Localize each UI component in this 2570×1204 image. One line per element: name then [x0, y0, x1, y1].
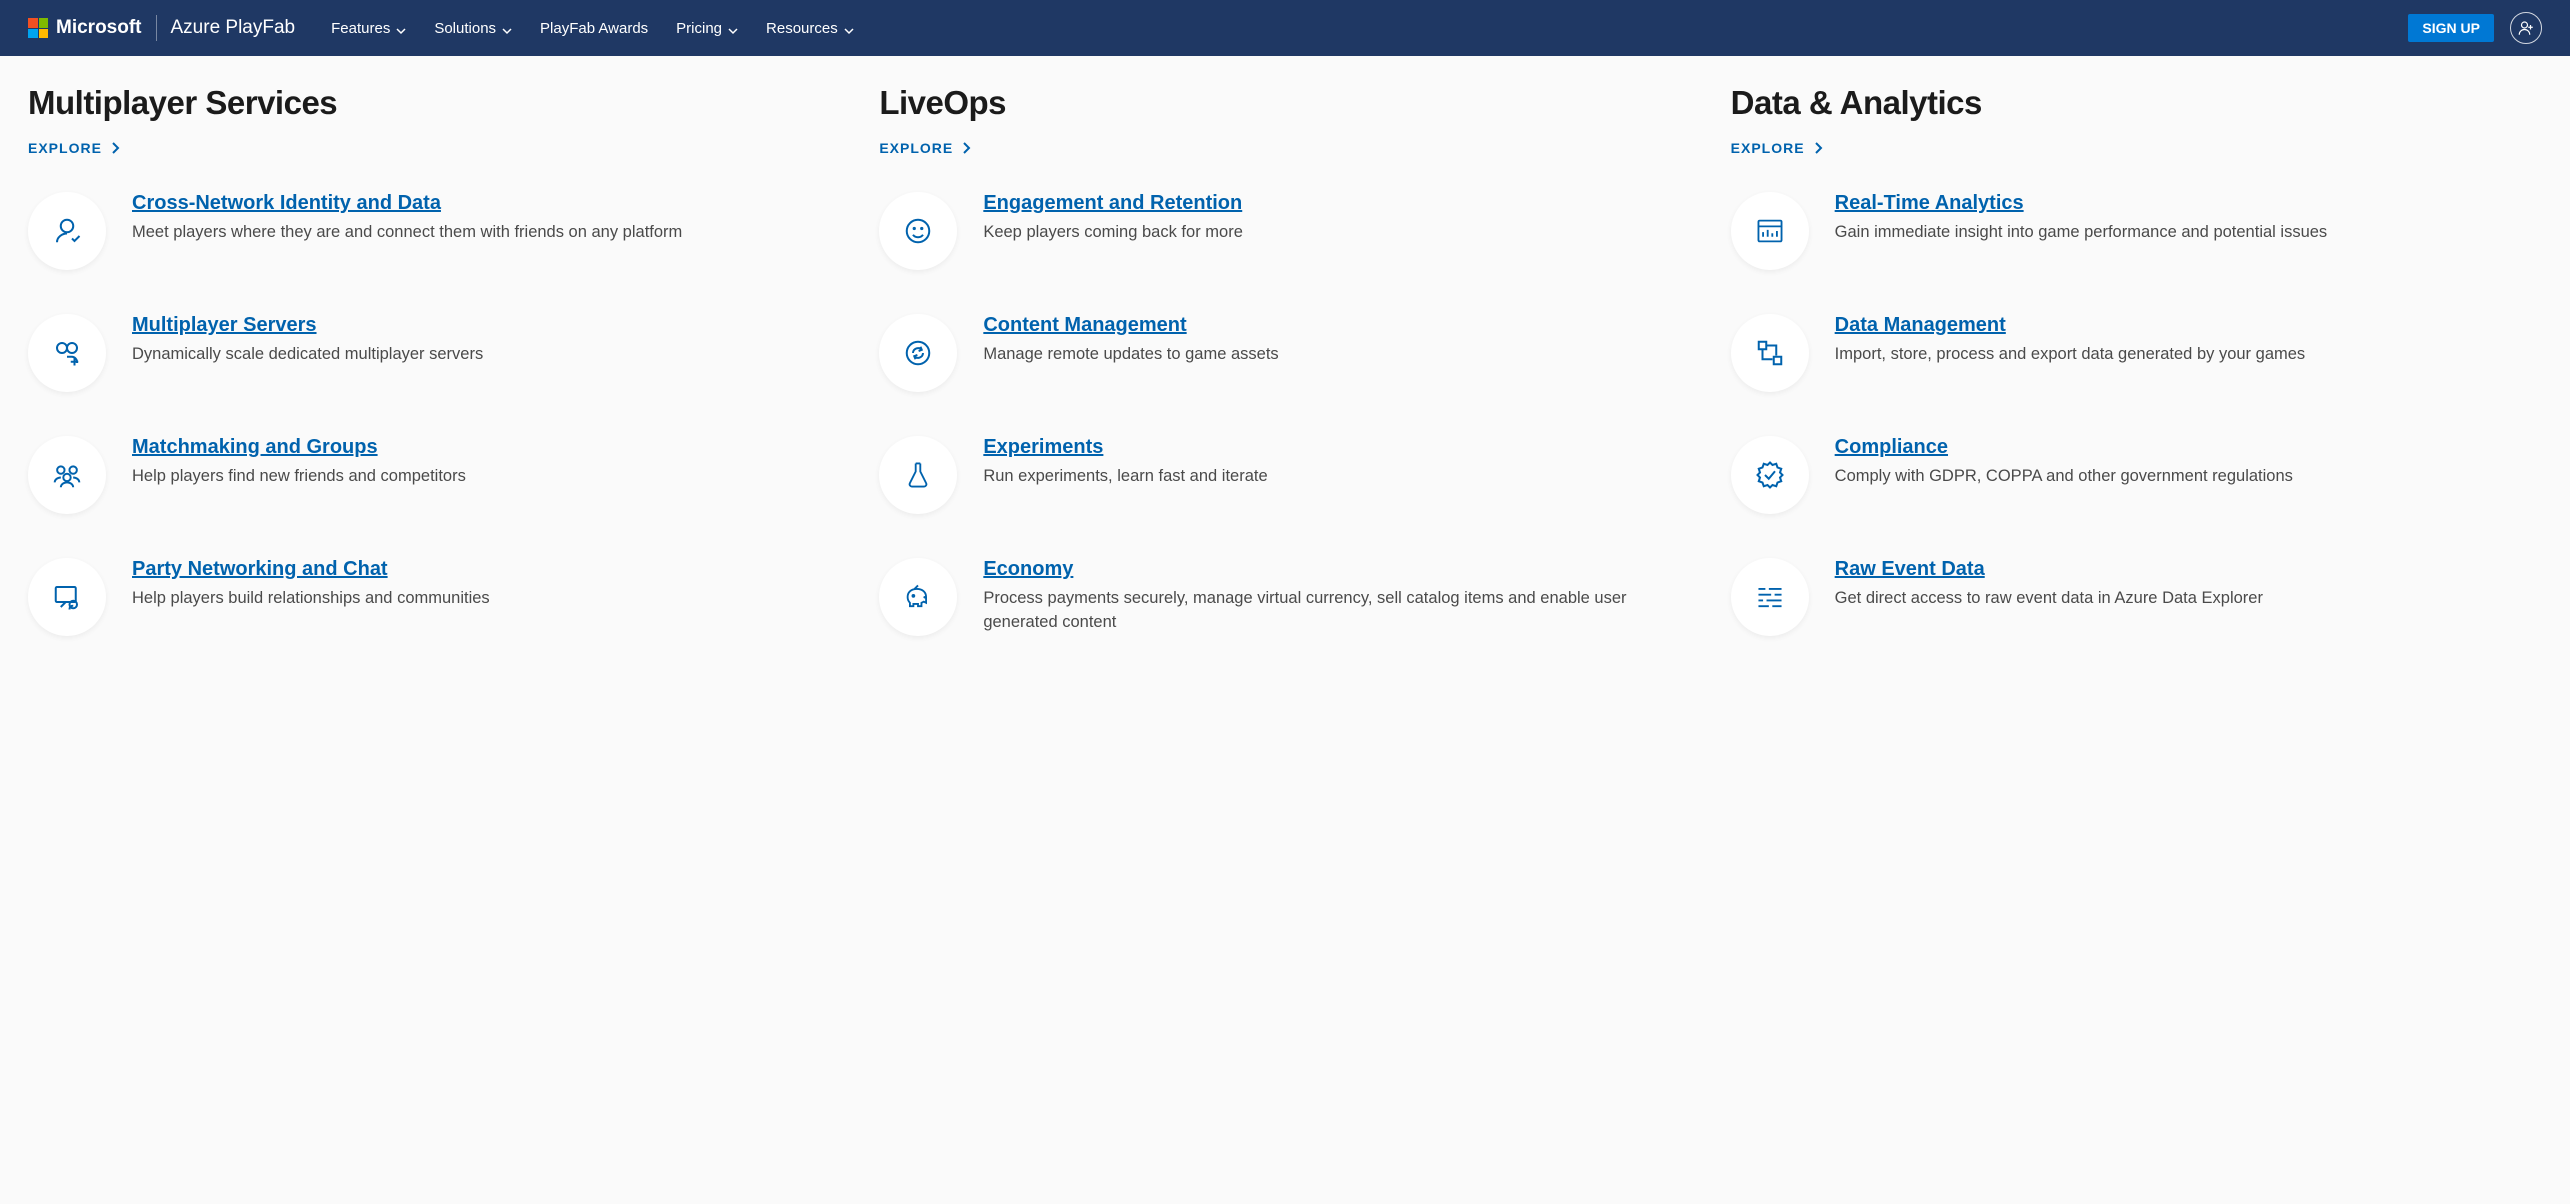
- explore-label: EXPLORE: [879, 140, 953, 156]
- column-multiplayer: Multiplayer Services EXPLORE Cross-Netwo…: [28, 84, 839, 680]
- explore-label: EXPLORE: [28, 140, 102, 156]
- analytics-icon: [1731, 192, 1809, 270]
- feature-link-rawdata[interactable]: Raw Event Data: [1835, 558, 1985, 581]
- feature-desc: Run experiments, learn fast and iterate: [983, 465, 1267, 489]
- feature-item: Matchmaking and Groups Help players find…: [28, 436, 839, 514]
- explore-link-data[interactable]: EXPLORE: [1731, 140, 2542, 156]
- groups-icon: [28, 436, 106, 514]
- signup-button[interactable]: SIGN UP: [2408, 14, 2494, 42]
- explore-link-liveops[interactable]: EXPLORE: [879, 140, 1690, 156]
- flask-icon: [879, 436, 957, 514]
- feature-link-matchmaking[interactable]: Matchmaking and Groups: [132, 436, 378, 459]
- feature-link-engagement[interactable]: Engagement and Retention: [983, 192, 1242, 215]
- feature-link-servers[interactable]: Multiplayer Servers: [132, 314, 317, 337]
- feature-item: Economy Process payments securely, manag…: [879, 558, 1690, 636]
- feature-link-datamgmt[interactable]: Data Management: [1835, 314, 2006, 337]
- feature-link-realtime[interactable]: Real-Time Analytics: [1835, 192, 2024, 215]
- feature-desc: Meet players where they are and connect …: [132, 221, 682, 245]
- feature-desc: Manage remote updates to game assets: [983, 343, 1278, 367]
- main-nav: Features Solutions PlayFab Awards Pricin…: [331, 20, 854, 37]
- feature-item: Data Management Import, store, process a…: [1731, 314, 2542, 392]
- nav-label: PlayFab Awards: [540, 20, 648, 37]
- feature-item: Content Management Manage remote updates…: [879, 314, 1690, 392]
- feature-link-compliance[interactable]: Compliance: [1835, 436, 1948, 459]
- chat-icon: [28, 558, 106, 636]
- column-data: Data & Analytics EXPLORE Real-Time Analy…: [1731, 84, 2542, 680]
- feature-item: Real-Time Analytics Gain immediate insig…: [1731, 192, 2542, 270]
- chevron-right-icon: [961, 142, 971, 154]
- chevron-down-icon: [502, 23, 512, 33]
- nav-pricing[interactable]: Pricing: [676, 20, 738, 37]
- chevron-down-icon: [396, 23, 406, 33]
- logo-group[interactable]: Microsoft Azure PlayFab: [28, 15, 295, 41]
- servers-icon: [28, 314, 106, 392]
- explore-link-multiplayer[interactable]: EXPLORE: [28, 140, 839, 156]
- feature-link-economy[interactable]: Economy: [983, 558, 1073, 581]
- user-plus-icon: [2517, 19, 2535, 37]
- chevron-down-icon: [844, 23, 854, 33]
- piggybank-icon: [879, 558, 957, 636]
- feature-link-identity[interactable]: Cross-Network Identity and Data: [132, 192, 441, 215]
- feature-item: Cross-Network Identity and Data Meet pla…: [28, 192, 839, 270]
- column-title: Multiplayer Services: [28, 84, 839, 122]
- chevron-right-icon: [110, 142, 120, 154]
- column-title: Data & Analytics: [1731, 84, 2542, 122]
- badge-check-icon: [1731, 436, 1809, 514]
- feature-link-content[interactable]: Content Management: [983, 314, 1186, 337]
- feature-link-experiments[interactable]: Experiments: [983, 436, 1103, 459]
- microsoft-icon: [28, 18, 48, 38]
- feature-item: Compliance Comply with GDPR, COPPA and o…: [1731, 436, 2542, 514]
- nav-solutions[interactable]: Solutions: [434, 20, 512, 37]
- nav-label: Resources: [766, 20, 838, 37]
- user-account-button[interactable]: [2510, 12, 2542, 44]
- feature-item: Experiments Run experiments, learn fast …: [879, 436, 1690, 514]
- feature-desc: Gain immediate insight into game perform…: [1835, 221, 2328, 245]
- company-name: Microsoft: [56, 17, 142, 39]
- refresh-icon: [879, 314, 957, 392]
- nav-resources[interactable]: Resources: [766, 20, 854, 37]
- nav-label: Solutions: [434, 20, 496, 37]
- microsoft-logo: Microsoft: [28, 17, 142, 39]
- site-header: Microsoft Azure PlayFab Features Solutio…: [0, 0, 2570, 56]
- feature-desc: Import, store, process and export data g…: [1835, 343, 2306, 367]
- feature-desc: Keep players coming back for more: [983, 221, 1243, 245]
- feature-link-party[interactable]: Party Networking and Chat: [132, 558, 388, 581]
- smile-icon: [879, 192, 957, 270]
- feature-desc: Help players build relationships and com…: [132, 587, 490, 611]
- feature-desc: Dynamically scale dedicated multiplayer …: [132, 343, 483, 367]
- column-liveops: LiveOps EXPLORE Engagement and Retention…: [879, 84, 1690, 680]
- feature-item: Raw Event Data Get direct access to raw …: [1731, 558, 2542, 636]
- data-flow-icon: [1731, 314, 1809, 392]
- product-name: Azure PlayFab: [171, 17, 296, 39]
- feature-item: Multiplayer Servers Dynamically scale de…: [28, 314, 839, 392]
- chevron-down-icon: [728, 23, 738, 33]
- column-title: LiveOps: [879, 84, 1690, 122]
- feature-desc: Help players find new friends and compet…: [132, 465, 466, 489]
- identity-icon: [28, 192, 106, 270]
- feature-item: Party Networking and Chat Help players b…: [28, 558, 839, 636]
- explore-label: EXPLORE: [1731, 140, 1805, 156]
- feature-desc: Get direct access to raw event data in A…: [1835, 587, 2263, 611]
- divider: [156, 15, 157, 41]
- chevron-right-icon: [1813, 142, 1823, 154]
- main-content: Multiplayer Services EXPLORE Cross-Netwo…: [0, 56, 2570, 720]
- nav-label: Features: [331, 20, 390, 37]
- nav-label: Pricing: [676, 20, 722, 37]
- feature-desc: Process payments securely, manage virtua…: [983, 587, 1690, 635]
- nav-awards[interactable]: PlayFab Awards: [540, 20, 648, 37]
- nav-features[interactable]: Features: [331, 20, 406, 37]
- feature-desc: Comply with GDPR, COPPA and other govern…: [1835, 465, 2293, 489]
- list-icon: [1731, 558, 1809, 636]
- feature-item: Engagement and Retention Keep players co…: [879, 192, 1690, 270]
